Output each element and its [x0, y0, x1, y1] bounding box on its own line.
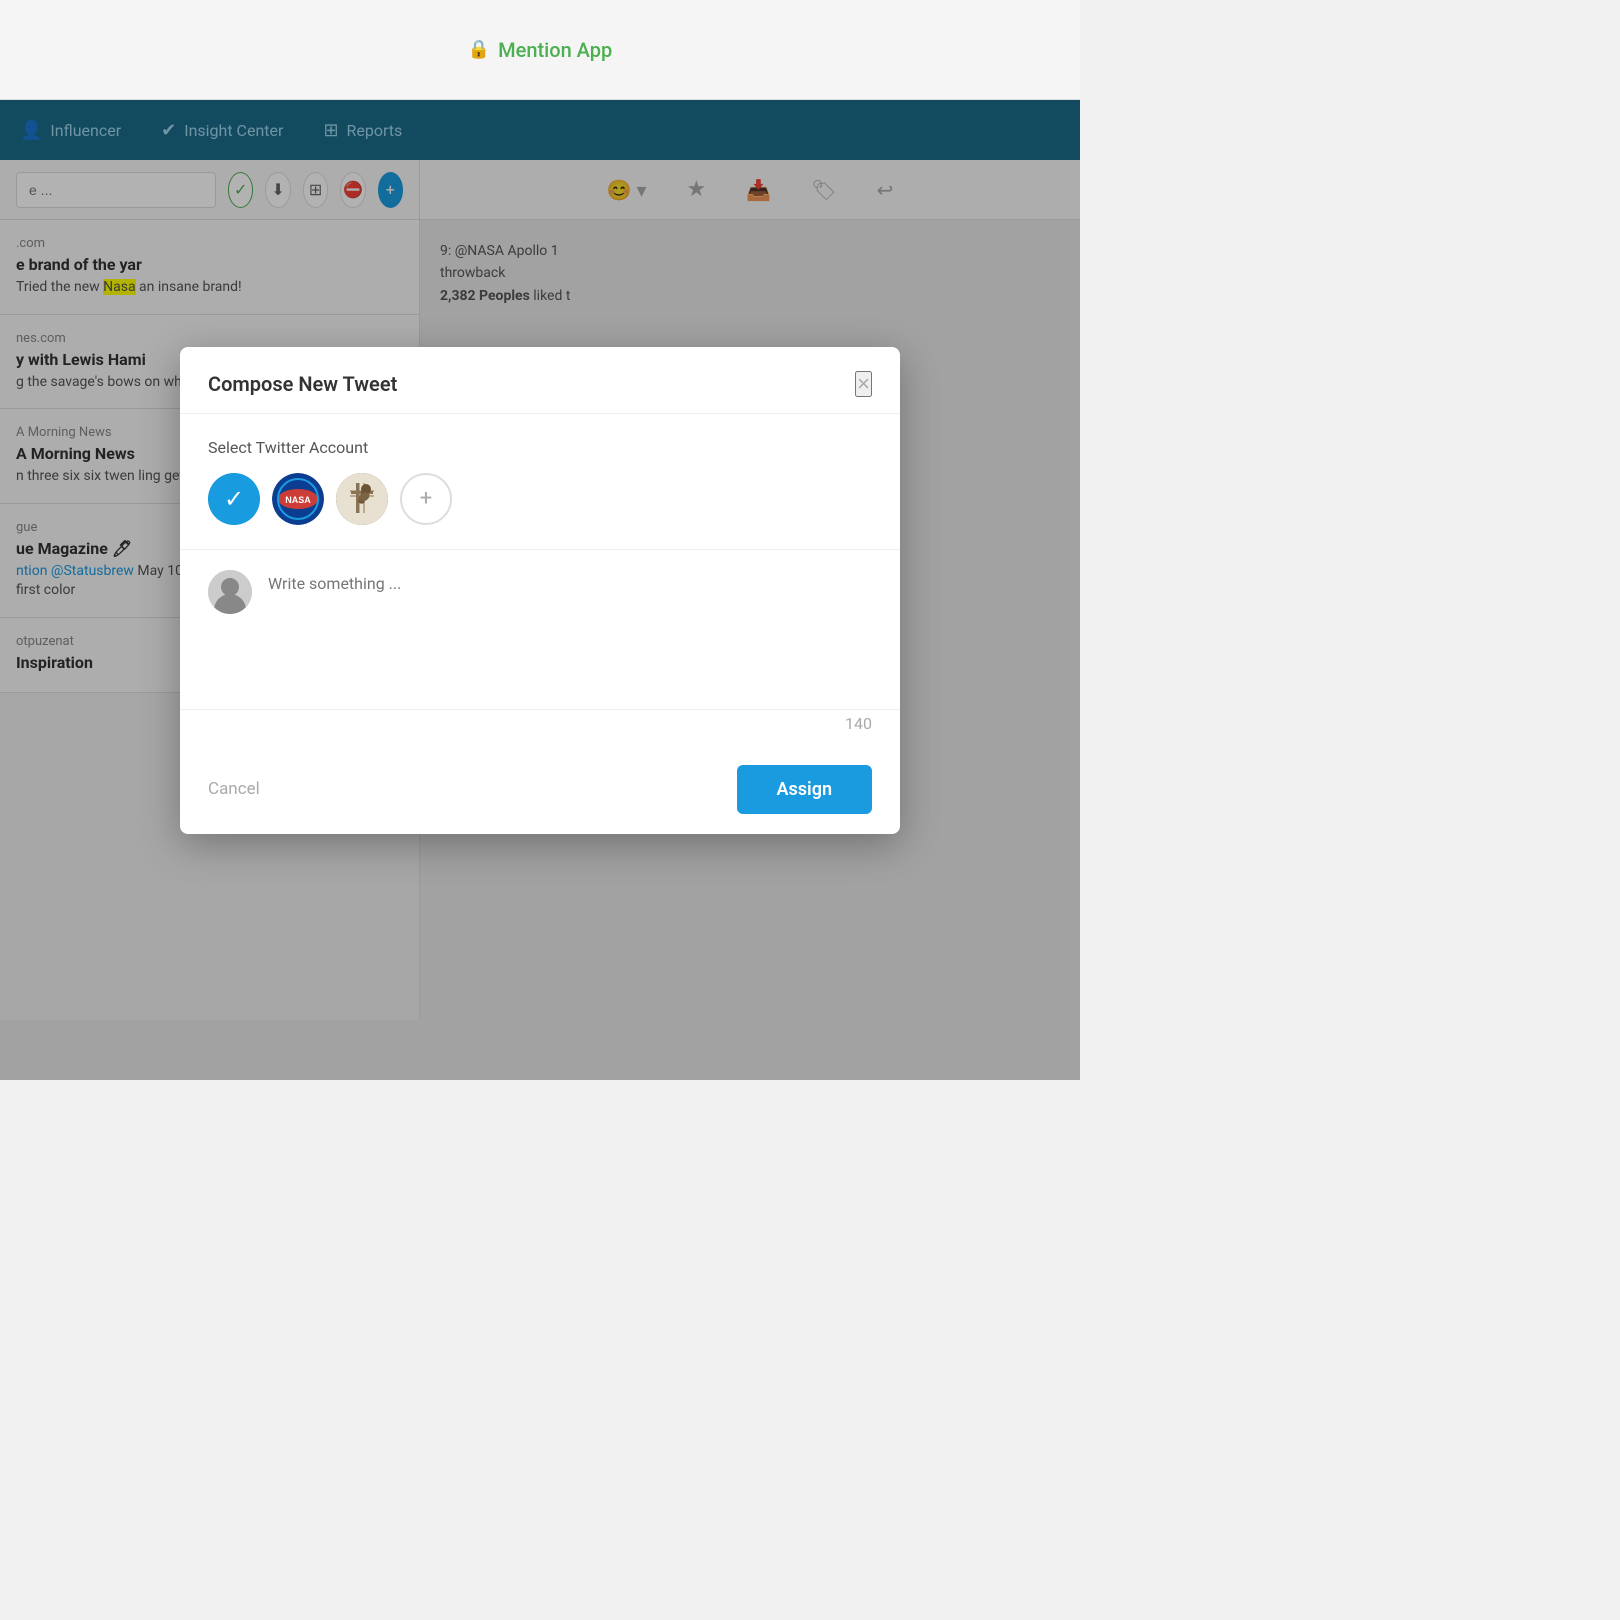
- burberry-logo: [336, 473, 388, 525]
- plus-icon: +: [420, 486, 432, 511]
- address-bar: 🔒 Mention App: [468, 38, 613, 62]
- modal-overlay: Compose New Tweet × Select Twitter Accou…: [0, 100, 1080, 1080]
- account-avatar-nasa[interactable]: NASA: [272, 473, 324, 525]
- compose-tweet-modal: Compose New Tweet × Select Twitter Accou…: [180, 347, 900, 834]
- app-background: 👤 Influencer ✔ Insight Center ⊞ Reports …: [0, 100, 1080, 1080]
- add-account-button[interactable]: +: [400, 473, 452, 525]
- char-count: 140: [180, 710, 900, 745]
- svg-text:NASA: NASA: [285, 495, 311, 505]
- accounts-section: Select Twitter Account ✓ NASA: [180, 414, 900, 550]
- modal-close-button[interactable]: ×: [855, 371, 872, 397]
- app-title: Mention App: [498, 38, 612, 62]
- compose-textarea[interactable]: [268, 570, 872, 670]
- modal-title: Compose New Tweet: [208, 372, 397, 396]
- compose-section: [180, 550, 900, 710]
- account-avatar-burberry[interactable]: [336, 473, 388, 525]
- check-icon: ✓: [224, 485, 244, 513]
- person-silhouette-svg: [208, 570, 252, 614]
- accounts-label: Select Twitter Account: [208, 438, 872, 457]
- nasa-logo: NASA: [272, 473, 324, 525]
- account-avatar-selected[interactable]: ✓: [208, 473, 260, 525]
- lock-icon: 🔒: [468, 39, 490, 60]
- accounts-row: ✓ NASA: [208, 473, 872, 525]
- modal-header: Compose New Tweet ×: [180, 347, 900, 414]
- modal-footer: Cancel Assign: [180, 745, 900, 834]
- cancel-button[interactable]: Cancel: [208, 779, 260, 799]
- user-avatar: [208, 570, 252, 614]
- assign-button[interactable]: Assign: [737, 765, 873, 814]
- browser-chrome: 🔒 Mention App: [0, 0, 1080, 100]
